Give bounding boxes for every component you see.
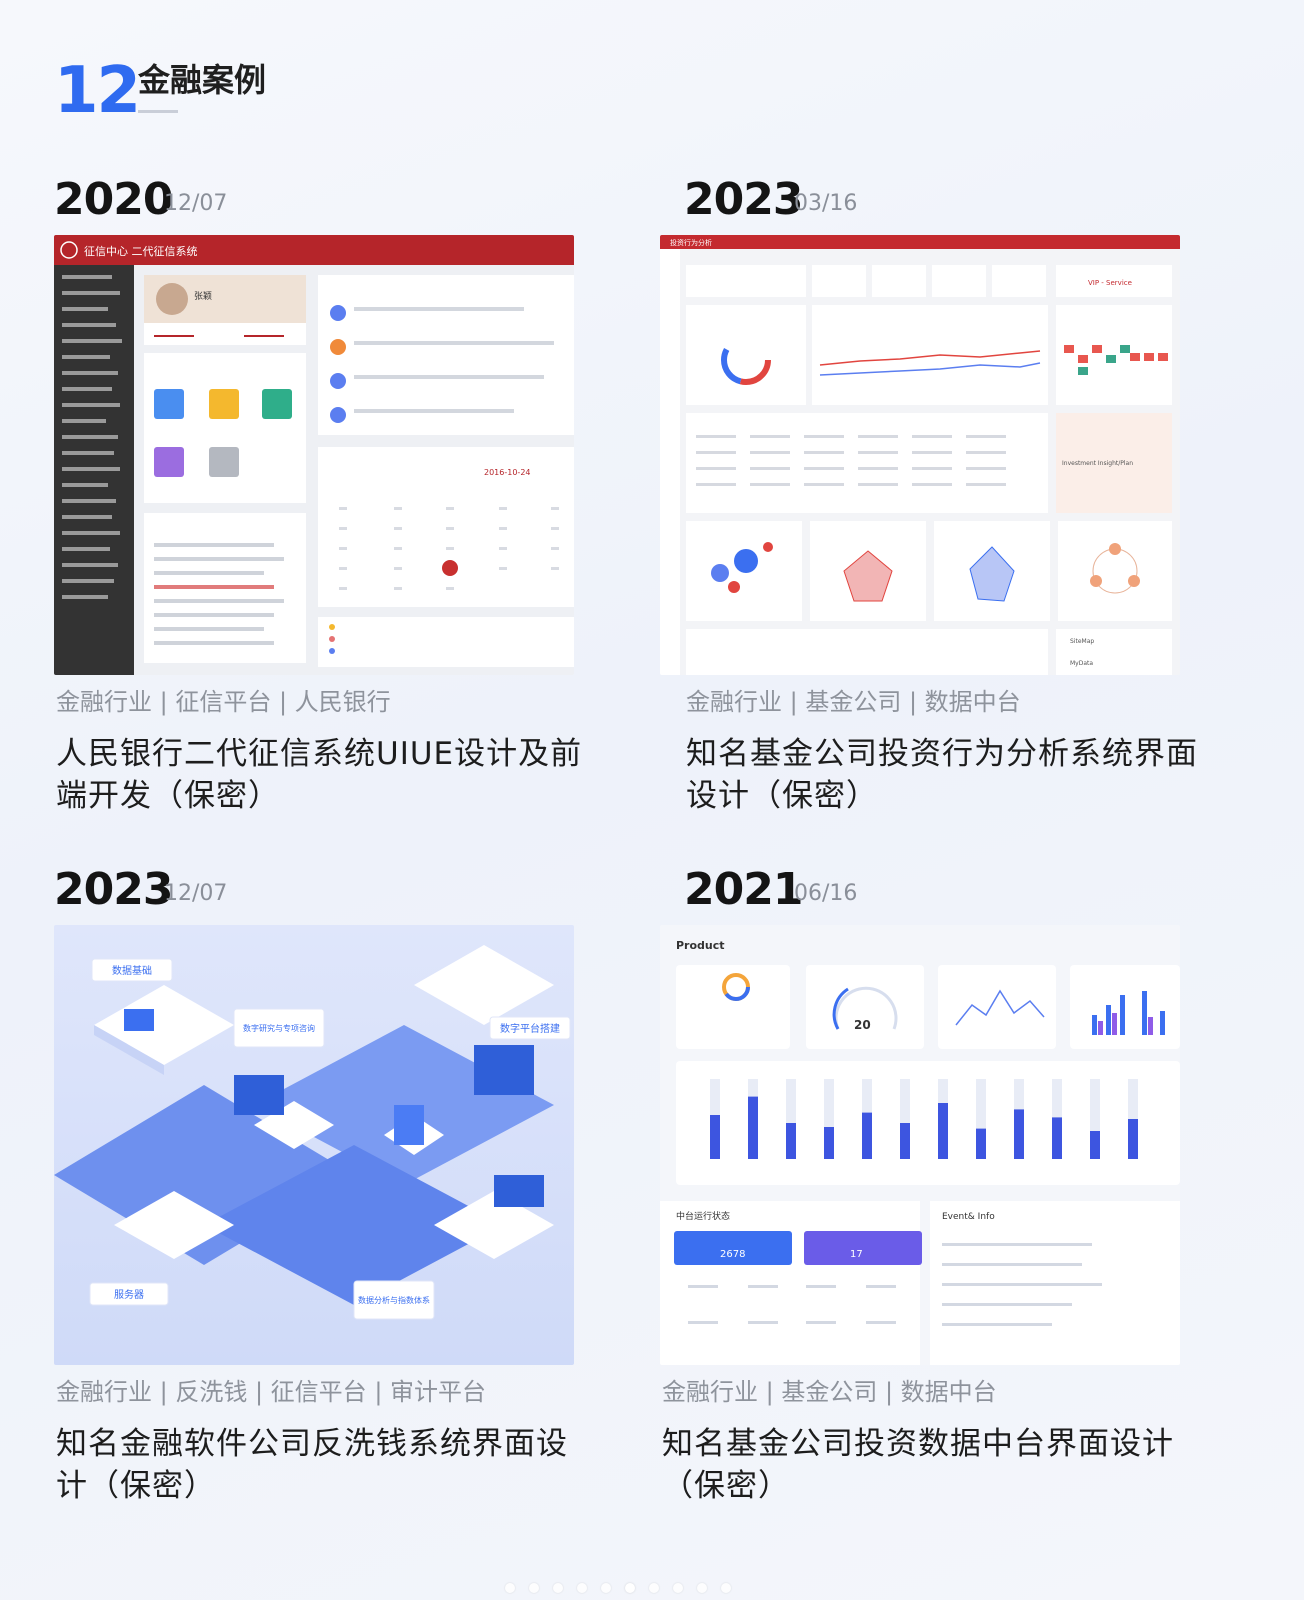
preview-bar xyxy=(786,1123,796,1159)
pagination-dot-active[interactable] xyxy=(625,1583,635,1593)
analytics-preview: 投资行为分析 VIP - Service Investment Insight/… xyxy=(660,235,1180,675)
pagination-dot[interactable] xyxy=(721,1583,731,1593)
case-screenshot[interactable]: 数据基础 数字研究与专项咨询 数字平台搭建 服务器 数据分析与指数体系 xyxy=(54,925,574,1365)
preview-bar xyxy=(862,1112,872,1159)
preview-label: 数据分析与指数体系 xyxy=(358,1295,430,1305)
preview-bar xyxy=(710,1115,720,1159)
preview-label: 数字研究与专项咨询 xyxy=(243,1023,315,1033)
preview-label: 数据基础 xyxy=(112,964,152,977)
case-title: 知名金融软件公司反洗钱系统界面设计（保密） xyxy=(56,1426,568,1504)
preview-bar xyxy=(748,1096,758,1159)
case-year: 2020 xyxy=(54,174,173,225)
preview-nav-item: SiteMap xyxy=(1070,638,1094,645)
case-title: 人民银行二代征信系统UIUE设计及前端开发（保密） xyxy=(56,736,583,814)
case-year: 2023 xyxy=(684,174,803,225)
preview-bar xyxy=(938,1103,948,1159)
pagination-dot[interactable] xyxy=(673,1583,683,1593)
pagination-dot[interactable] xyxy=(577,1583,587,1593)
case-title: 知名基金公司投资行为分析系统界面设计（保密） xyxy=(686,736,1198,814)
case-screenshot[interactable]: 投资行为分析 VIP - Service Investment Insight/… xyxy=(660,235,1180,675)
preview-bar xyxy=(900,1123,910,1159)
preview-label: 服务器 xyxy=(114,1288,144,1301)
case-tags: 金融行业 | 反洗钱 | 征信平台 | 审计平台 xyxy=(56,1378,487,1406)
section-title: 金融案例 xyxy=(138,61,267,99)
pagination-dot[interactable] xyxy=(697,1583,707,1593)
preview-bar xyxy=(976,1128,986,1159)
case-screenshot[interactable]: Product 20 中台运行状态 Event& Info 2678 17 xyxy=(660,925,1180,1365)
preview-gauge-value: 20 xyxy=(854,1018,871,1032)
pagination-dot[interactable] xyxy=(529,1583,539,1593)
case-tags: 金融行业 | 征信平台 | 人民银行 xyxy=(56,688,391,716)
preview-insight-text: Investment Insight/Plan xyxy=(1062,460,1133,467)
isometric-preview: 数据基础 数字研究与专项咨询 数字平台搭建 服务器 数据分析与指数体系 xyxy=(54,925,574,1365)
case-tags: 金融行业 | 基金公司 | 数据中台 xyxy=(686,688,1021,716)
preview-promo-text: VIP - Service xyxy=(1088,279,1132,287)
preview-bar xyxy=(1090,1131,1100,1159)
case-year: 2021 xyxy=(684,864,803,915)
case-date: 06/16 xyxy=(794,881,858,906)
preview-card-value: 2678 xyxy=(720,1249,745,1260)
pagination-dot[interactable] xyxy=(553,1583,563,1593)
case-title: 知名基金公司投资数据中台界面设计（保密） xyxy=(662,1426,1174,1504)
case-date: 03/16 xyxy=(794,191,858,216)
preview-header-title: 征信中心 二代征信系统 xyxy=(84,245,198,258)
preview-card-value: 17 xyxy=(850,1249,863,1260)
preview-bar xyxy=(1128,1119,1138,1159)
preview-status-title: 中台运行状态 xyxy=(676,1210,730,1222)
preview-header-title: 投资行为分析 xyxy=(670,238,712,247)
data-center-preview: Product 20 中台运行状态 Event& Info 2678 17 xyxy=(660,925,1180,1365)
preview-user-name: 张颖 xyxy=(194,290,212,302)
section-underline xyxy=(138,110,178,113)
preview-bar xyxy=(824,1127,834,1159)
section-number: 12 xyxy=(54,54,141,128)
case-tags: 金融行业 | 基金公司 | 数据中台 xyxy=(662,1378,997,1406)
preview-label: 数字平台搭建 xyxy=(500,1022,560,1035)
pagination-dot[interactable] xyxy=(649,1583,659,1593)
preview-event-title: Event& Info xyxy=(942,1212,995,1222)
pagination-dot[interactable] xyxy=(505,1583,515,1593)
case-screenshot[interactable]: 征信中心 二代征信系统 张颖 2016-10-24 xyxy=(54,235,574,675)
preview-calendar-date: 2016-10-24 xyxy=(484,468,531,477)
case-year: 2023 xyxy=(54,864,173,915)
preview-product-label: Product xyxy=(676,939,725,952)
case-date: 12/07 xyxy=(164,191,228,216)
preview-bar xyxy=(1014,1109,1024,1159)
preview-nav-item: MyData xyxy=(1070,660,1093,667)
pagination-dot[interactable] xyxy=(601,1583,611,1593)
dashboard-preview: 征信中心 二代征信系统 张颖 2016-10-24 xyxy=(54,235,574,675)
preview-bar xyxy=(1052,1117,1062,1159)
case-date: 12/07 xyxy=(164,881,228,906)
